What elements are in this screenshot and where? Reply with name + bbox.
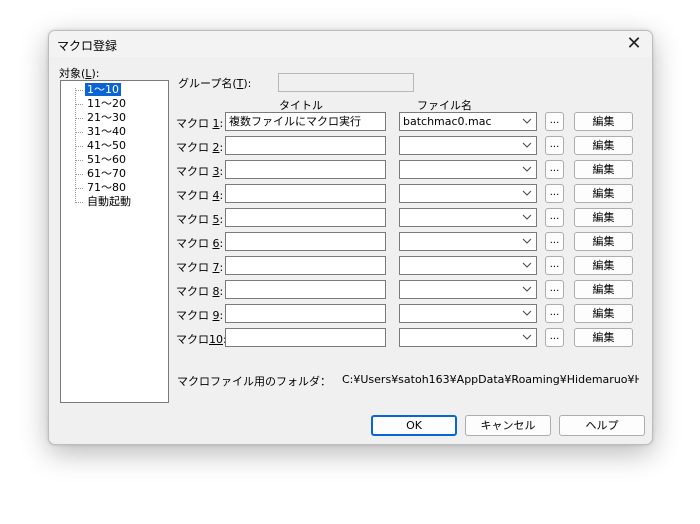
chevron-down-icon	[522, 257, 532, 280]
macro-row-label: マクロ 4:	[176, 189, 224, 202]
tree-item[interactable]: 11～20	[85, 97, 128, 110]
folder-path: C:¥Users¥satoh163¥AppData¥Roaming¥Hidema…	[342, 373, 639, 386]
chevron-down-icon	[522, 233, 532, 256]
target-tree[interactable]: 1～10 11～20 21～30 31～40 41～50 51～60 61～70 71～80 自…	[60, 80, 169, 403]
chevron-down-icon	[522, 281, 532, 304]
macro-file-select[interactable]: batchmac0.mac	[399, 112, 537, 131]
tree-connector	[75, 104, 83, 105]
macro-file-select[interactable]	[399, 208, 537, 227]
macro-file-select[interactable]	[399, 304, 537, 323]
cancel-button[interactable]: キャンセル	[465, 415, 551, 436]
browse-button[interactable]: ...	[545, 112, 564, 131]
tree-item[interactable]: 51～60	[85, 153, 128, 166]
tree-connector	[75, 90, 83, 91]
macro-file-value: batchmac0.mac	[403, 115, 492, 128]
macro-file-select[interactable]	[399, 136, 537, 155]
tree-connector	[75, 174, 83, 175]
tree-item[interactable]: 31～40	[85, 125, 128, 138]
browse-button[interactable]: ...	[545, 280, 564, 299]
chevron-down-icon	[522, 209, 532, 232]
macro-title-input[interactable]	[225, 160, 386, 179]
browse-button[interactable]: ...	[545, 208, 564, 227]
chevron-down-icon	[522, 161, 532, 184]
macro-file-select[interactable]	[399, 256, 537, 275]
macro-title-input[interactable]	[225, 304, 386, 323]
group-name-input[interactable]	[278, 73, 414, 92]
chevron-down-icon	[522, 329, 532, 352]
browse-button[interactable]: ...	[545, 160, 564, 179]
macro-title-input[interactable]	[225, 280, 386, 299]
edit-button[interactable]: 編集	[574, 256, 633, 275]
edit-button[interactable]: 編集	[574, 232, 633, 251]
ok-button[interactable]: OK	[371, 415, 457, 436]
edit-button[interactable]: 編集	[574, 136, 633, 155]
chevron-down-icon	[522, 137, 532, 160]
macro-row-label: マクロ 8:	[176, 285, 224, 298]
title-column-header: タイトル	[279, 99, 323, 112]
browse-button[interactable]: ...	[545, 256, 564, 275]
tree-item[interactable]: 61～70	[85, 167, 128, 180]
close-icon[interactable]: ✕	[624, 34, 644, 54]
edit-button[interactable]: 編集	[574, 208, 633, 227]
macro-title-input[interactable]	[225, 136, 386, 155]
macro-file-select[interactable]	[399, 328, 537, 347]
macro-row-label: マクロ 6:	[176, 237, 224, 250]
tree-connector	[75, 202, 83, 203]
file-column-header: ファイル名	[417, 99, 472, 112]
browse-button[interactable]: ...	[545, 328, 564, 347]
edit-button[interactable]: 編集	[574, 280, 633, 299]
edit-button[interactable]: 編集	[574, 328, 633, 347]
edit-button[interactable]: 編集	[574, 304, 633, 323]
macro-file-select[interactable]	[399, 184, 537, 203]
edit-button[interactable]: 編集	[574, 112, 633, 131]
chevron-down-icon	[522, 113, 532, 136]
macro-title-input[interactable]	[225, 184, 386, 203]
macro-registration-dialog: マクロ登録 ✕ 対象(L): 1～10 11～20 21～30 31～40 41～50 5…	[48, 30, 653, 445]
macro-title-input[interactable]	[225, 256, 386, 275]
macro-row-label: マクロ10:	[176, 333, 227, 346]
edit-button[interactable]: 編集	[574, 160, 633, 179]
macro-title-input[interactable]: 複数ファイルにマクロ実行	[225, 112, 386, 131]
macro-row-label: マクロ 3:	[176, 165, 224, 178]
tree-connector	[75, 188, 83, 189]
tree-item[interactable]: 自動起動	[85, 195, 133, 208]
chevron-down-icon	[522, 305, 532, 328]
browse-button[interactable]: ...	[545, 136, 564, 155]
tree-connector	[75, 146, 83, 147]
window-title: マクロ登録	[57, 39, 118, 53]
tree-item[interactable]: 21～30	[85, 111, 128, 124]
macro-row-label: マクロ 2:	[176, 141, 224, 154]
macro-title-input[interactable]	[225, 208, 386, 227]
macro-row-label: マクロ 7:	[176, 261, 224, 274]
chevron-down-icon	[522, 185, 532, 208]
tree-connector	[75, 160, 83, 161]
tree-connector	[75, 132, 83, 133]
macro-row-label: マクロ 9:	[176, 309, 224, 322]
browse-button[interactable]: ...	[545, 304, 564, 323]
macro-title-input[interactable]	[225, 232, 386, 251]
macro-file-select[interactable]	[399, 160, 537, 179]
tree-item[interactable]: 41～50	[85, 139, 128, 152]
edit-button[interactable]: 編集	[574, 184, 633, 203]
browse-button[interactable]: ...	[545, 232, 564, 251]
macro-row-label: マクロ 5:	[176, 213, 224, 226]
macro-file-select[interactable]	[399, 232, 537, 251]
macro-title-input[interactable]	[225, 328, 386, 347]
tree-connector	[75, 118, 83, 119]
title-bar: マクロ登録 ✕	[49, 31, 652, 57]
tree-item[interactable]: 1～10	[84, 82, 122, 97]
target-label: 対象(L):	[59, 67, 100, 80]
macro-file-select[interactable]	[399, 280, 537, 299]
browse-button[interactable]: ...	[545, 184, 564, 203]
macro-row-label: マクロ 1:	[176, 117, 224, 130]
group-name-label: グループ名(T):	[178, 77, 252, 90]
help-button[interactable]: ヘルプ	[559, 415, 645, 436]
folder-label: マクロファイル用のフォルダ：	[177, 375, 331, 388]
tree-item[interactable]: 71～80	[85, 181, 128, 194]
